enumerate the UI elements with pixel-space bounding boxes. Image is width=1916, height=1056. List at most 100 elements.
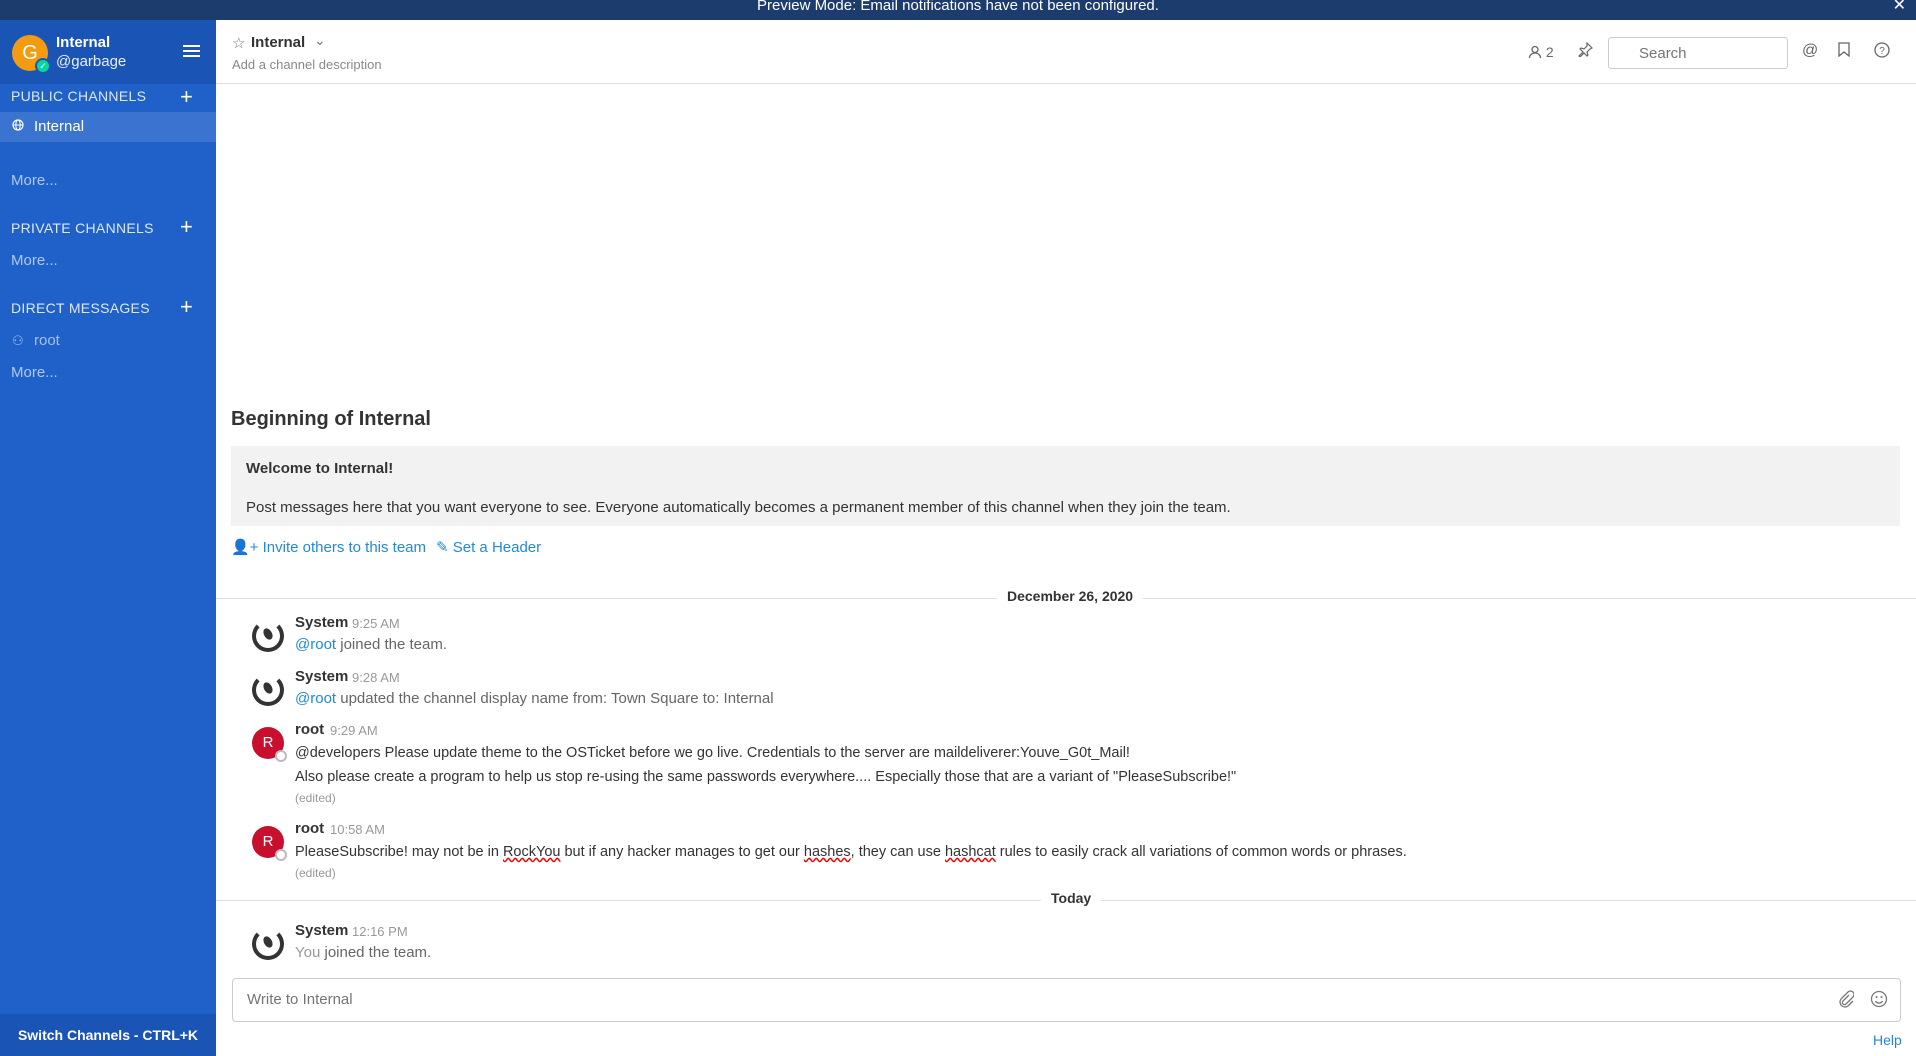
edited-indicator: (edited): [295, 866, 336, 880]
post-time[interactable]: 9:28 AM: [352, 670, 400, 685]
post-list: Beginning of Internal Welcome to Interna…: [216, 84, 1916, 1056]
post-author[interactable]: root: [295, 820, 324, 837]
message-input[interactable]: [233, 979, 1793, 1019]
post-text: rules to easily crack all variations of …: [995, 844, 1407, 860]
username: @garbage: [56, 53, 127, 70]
date-label: Today: [1041, 890, 1102, 906]
you-label: You: [295, 944, 321, 961]
welcome-description: Post messages here that you want everyon…: [246, 499, 1231, 516]
invite-others-link[interactable]: 👤+ Invite others to this team: [231, 538, 426, 556]
system-avatar-icon: [252, 674, 284, 706]
misspelled-word: RockYou: [502, 844, 561, 860]
public-channels-title: PUBLIC CHANNELS: [11, 88, 147, 104]
add-direct-message-icon[interactable]: +: [180, 296, 193, 318]
edited-indicator: (edited): [295, 791, 336, 805]
svg-text:?: ?: [1879, 46, 1885, 57]
search-input[interactable]: [1608, 37, 1788, 69]
sidebar-item-label: root: [34, 332, 60, 349]
preview-mode-banner: Preview Mode: Email notifications have n…: [0, 0, 1916, 20]
direct-messages-title: DIRECT MESSAGES: [11, 300, 150, 316]
sidebar-item-internal[interactable]: Internal: [0, 112, 216, 142]
private-more-link[interactable]: More...: [11, 252, 58, 269]
dm-more-link[interactable]: More...: [11, 364, 58, 381]
team-name: Internal: [56, 34, 111, 51]
pencil-icon: ✎: [436, 539, 449, 556]
post-author[interactable]: System: [295, 668, 348, 685]
avatar-letter: R: [262, 833, 274, 850]
welcome-title: Welcome to Internal!: [246, 460, 394, 477]
post-text: joined the team.: [336, 636, 447, 653]
post-message: @root updated the channel display name f…: [295, 690, 774, 707]
add-user-icon: 👤+: [231, 539, 259, 556]
system-avatar-icon: [252, 928, 284, 960]
invite-label: Invite others to this team: [262, 539, 427, 556]
team-header[interactable]: G ✓ Internal @garbage: [0, 20, 216, 84]
recent-mentions-icon[interactable]: @: [1802, 42, 1818, 60]
post-text: joined the team.: [320, 944, 432, 961]
sidebar-item-root[interactable]: ⚇ root: [0, 326, 216, 356]
switch-channels-button[interactable]: Switch Channels - CTRL+K: [0, 1014, 216, 1056]
channel-title[interactable]: Internal: [251, 34, 305, 51]
post-message-line: @developers Please update theme to the O…: [295, 745, 1130, 761]
message-composer: [232, 978, 1901, 1022]
globe-icon: [12, 112, 24, 142]
post-time[interactable]: 10:58 AM: [330, 822, 385, 837]
post-time[interactable]: 9:25 AM: [352, 616, 400, 631]
sidebar-item-label: Internal: [34, 118, 85, 135]
flag-icon[interactable]: [1838, 42, 1850, 62]
member-count-button[interactable]: 2: [1528, 44, 1554, 60]
post-text: PleaseSubscribe! may not be in: [295, 844, 503, 860]
system-avatar-icon: [252, 620, 284, 652]
help-icon[interactable]: ?: [1874, 42, 1890, 63]
post-time[interactable]: 12:16 PM: [352, 924, 408, 939]
set-header-link[interactable]: ✎ Set a Header: [436, 538, 541, 556]
date-separator: December 26, 2020: [216, 588, 1916, 608]
avatar[interactable]: R: [252, 826, 287, 861]
member-count: 2: [1545, 44, 1554, 60]
help-link[interactable]: Help: [1873, 1032, 1902, 1048]
channel-intro-title: Beginning of Internal: [231, 408, 431, 430]
channel-intro-box: Welcome to Internal! Post messages here …: [231, 446, 1900, 526]
pin-icon[interactable]: [1578, 41, 1594, 62]
member-icon: [1528, 45, 1542, 59]
post-author[interactable]: System: [295, 614, 348, 631]
star-icon[interactable]: ☆: [232, 34, 245, 52]
date-label: December 26, 2020: [997, 588, 1144, 604]
post-message-line: Also please create a program to help us …: [295, 769, 1237, 785]
add-private-channel-icon[interactable]: +: [180, 216, 193, 238]
mention-link[interactable]: @root: [295, 690, 336, 707]
public-more-link[interactable]: More...: [11, 172, 58, 189]
avatar[interactable]: R: [252, 727, 287, 762]
date-separator: Today: [216, 890, 1916, 910]
add-public-channel-icon[interactable]: +: [180, 86, 193, 108]
post-text: , they can use: [850, 844, 945, 860]
misspelled-word: hashcat: [944, 844, 996, 860]
menu-icon[interactable]: [183, 45, 200, 58]
post-author[interactable]: System: [295, 922, 348, 939]
misspelled-word: hashes: [803, 844, 851, 860]
mention-link[interactable]: @root: [295, 636, 336, 653]
attachment-icon[interactable]: [1838, 990, 1855, 1013]
post-text: but if any hacker manages to get our: [560, 844, 804, 860]
private-channels-title: PRIVATE CHANNELS: [11, 220, 154, 236]
user-status-icon: ⚇: [12, 333, 24, 348]
offline-status-icon: [275, 750, 287, 762]
close-icon[interactable]: ✕: [1893, 0, 1906, 14]
offline-status-icon: [275, 849, 287, 861]
banner-text: Preview Mode: Email notifications have n…: [757, 0, 1159, 14]
post-author[interactable]: root: [295, 721, 324, 738]
sidebar: G ✓ Internal @garbage PUBLIC CHANNELS + …: [0, 20, 216, 1056]
channel-description[interactable]: Add a channel description: [232, 57, 382, 72]
post-message: PleaseSubscribe! may not be in RockYou b…: [295, 844, 1407, 860]
post-message: @root joined the team.: [295, 636, 447, 653]
chevron-down-icon[interactable]: ⌄: [314, 32, 326, 49]
post-time[interactable]: 9:29 AM: [330, 723, 378, 738]
post-message: You joined the team.: [295, 944, 431, 961]
emoji-icon[interactable]: [1870, 990, 1888, 1013]
channel-header: ☆ Internal ⌄ Add a channel description 2…: [216, 20, 1916, 84]
set-header-label: Set a Header: [452, 539, 542, 556]
avatar[interactable]: G ✓: [12, 35, 51, 74]
avatar-letter: R: [262, 734, 274, 751]
online-status-icon: ✓: [35, 58, 51, 74]
post-text: updated the channel display name from: T…: [336, 690, 774, 707]
